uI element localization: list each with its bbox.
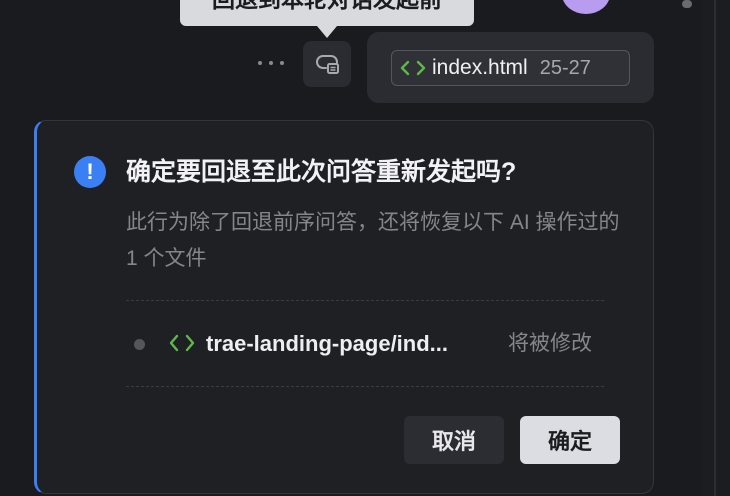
dialog-description: 此行为除了回退前序问答，还将恢复以下 AI 操作过的 1 个文件 <box>126 211 620 270</box>
rollback-button[interactable] <box>303 41 351 87</box>
affected-file-name[interactable]: trae-landing-page/ind... <box>206 330 448 358</box>
cancel-button[interactable]: 取消 <box>404 416 504 464</box>
rollback-tooltip: 回退到本轮对话发起前 <box>180 0 474 26</box>
file-chip-name: index.html <box>432 56 528 79</box>
confirm-button[interactable]: 确定 <box>520 416 620 464</box>
exclamation-icon: ! <box>74 156 106 188</box>
file-bullet <box>134 339 145 350</box>
divider <box>126 300 604 301</box>
avatar <box>562 0 610 14</box>
ellipsis-icon[interactable] <box>258 56 284 70</box>
tooltip-text: 回退到本轮对话发起前 <box>212 0 442 14</box>
rollback-icon <box>315 55 339 74</box>
file-reference-chip[interactable]: index.html 25-27 <box>391 50 630 86</box>
code-brackets-icon <box>168 333 196 358</box>
dialog-title: 确定要回退至此次问答重新发起吗? <box>126 158 517 186</box>
tooltip-arrow <box>317 26 337 38</box>
scrollbar-thumb[interactable] <box>682 0 692 8</box>
scrollbar-track[interactable] <box>702 0 730 496</box>
divider <box>126 386 604 387</box>
chat-panel: 回退到本轮对话发起前 index.html 25-27 ! 确定要回退至此次问答… <box>0 0 730 496</box>
affected-file-status: 将被修改 <box>508 332 592 355</box>
file-chip-line-range: 25-27 <box>539 56 591 79</box>
code-brackets-icon <box>400 59 426 77</box>
panel-divider <box>714 0 716 496</box>
